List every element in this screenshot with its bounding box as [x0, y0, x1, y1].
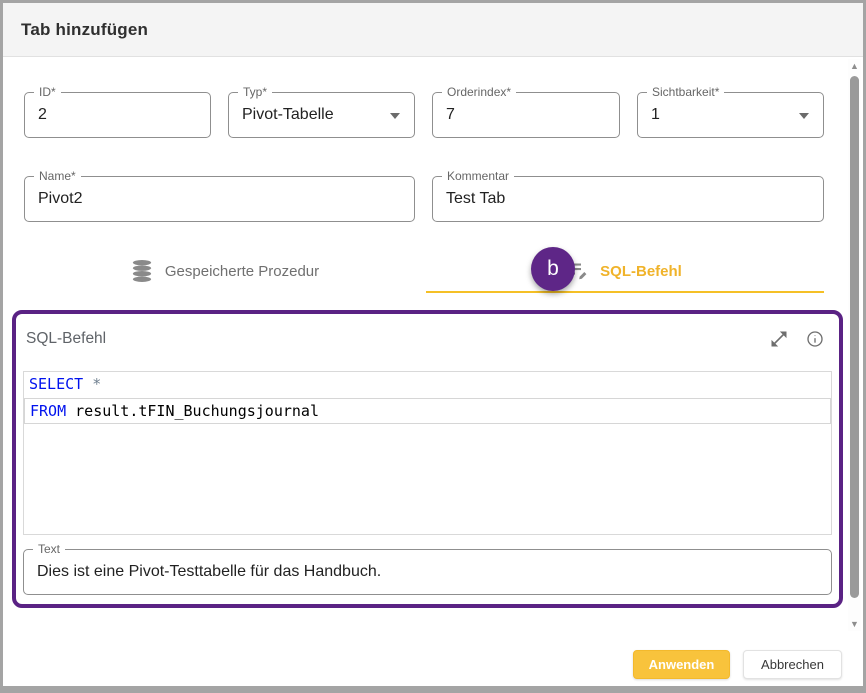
chevron-down-icon: [390, 113, 400, 119]
id-field-value: 2: [38, 93, 180, 137]
dialog-title: Tab hinzufügen: [21, 20, 148, 40]
sql-panel-header: SQL-Befehl: [16, 314, 839, 359]
open-in-full-icon[interactable]: [769, 329, 789, 349]
typ-select[interactable]: Typ* Pivot-Tabelle: [228, 92, 415, 138]
sql-panel: SQL-Befehl SELECT * FROM result.tFIN_: [12, 310, 843, 608]
sql-code-line-active: FROM result.tFIN_Buchungsjournal: [24, 398, 831, 424]
sql-token: *: [83, 375, 101, 393]
orderindex-field-value: 7: [446, 93, 589, 137]
dialog-window: Tab hinzufügen ID* 2 Typ* Pivot-Tabelle …: [0, 0, 866, 693]
sql-token: result.tFIN_Buchungsjournal: [66, 402, 319, 420]
chevron-down-icon: [799, 113, 809, 119]
text-field[interactable]: Text Dies ist eine Pivot-Testtabelle für…: [23, 549, 832, 595]
arrow-down-icon[interactable]: ▼: [848, 617, 861, 631]
kommentar-field-value: Test Tab: [446, 177, 793, 221]
id-field[interactable]: ID* 2: [24, 92, 211, 138]
vertical-scrollbar[interactable]: ▲ ▼: [848, 59, 861, 631]
orderindex-field[interactable]: Orderindex* 7: [432, 92, 620, 138]
sql-panel-title: SQL-Befehl: [26, 330, 753, 348]
dialog-content: ID* 2 Typ* Pivot-Tabelle Orderindex* 7 S…: [3, 57, 863, 685]
sql-keyword: SELECT: [29, 375, 83, 393]
apply-button[interactable]: Anwenden: [633, 650, 730, 679]
arrow-up-icon[interactable]: ▲: [848, 59, 861, 73]
tab-bar: Gespeicherte Prozedur SQL-Befehl: [24, 245, 824, 297]
dialog-header: Tab hinzufügen: [3, 3, 863, 57]
tab-label: SQL-Befehl: [600, 263, 682, 280]
kommentar-field[interactable]: Kommentar Test Tab: [432, 176, 824, 222]
sql-code-line: SELECT *: [24, 372, 831, 398]
typ-select-value: Pivot-Tabelle: [242, 93, 384, 137]
info-icon[interactable]: [805, 329, 825, 349]
tab-sql-befehl[interactable]: SQL-Befehl: [424, 245, 824, 297]
sql-code-editor[interactable]: SELECT * FROM result.tFIN_Buchungsjourna…: [23, 371, 832, 535]
sichtbarkeit-select-value: 1: [651, 93, 793, 137]
text-field-value: Dies ist eine Pivot-Testtabelle für das …: [37, 550, 801, 594]
sichtbarkeit-select[interactable]: Sichtbarkeit* 1: [637, 92, 824, 138]
database-icon: [129, 258, 155, 284]
tab-gespeicherte-prozedur[interactable]: Gespeicherte Prozedur: [24, 245, 424, 297]
tab-label: Gespeicherte Prozedur: [165, 263, 319, 280]
name-field-value: Pivot2: [38, 177, 384, 221]
name-field[interactable]: Name* Pivot2: [24, 176, 415, 222]
sql-keyword: FROM: [30, 402, 66, 420]
cancel-button[interactable]: Abbrechen: [743, 650, 842, 679]
scrollbar-thumb[interactable]: [850, 76, 859, 598]
annotation-badge-b: b: [531, 247, 575, 291]
